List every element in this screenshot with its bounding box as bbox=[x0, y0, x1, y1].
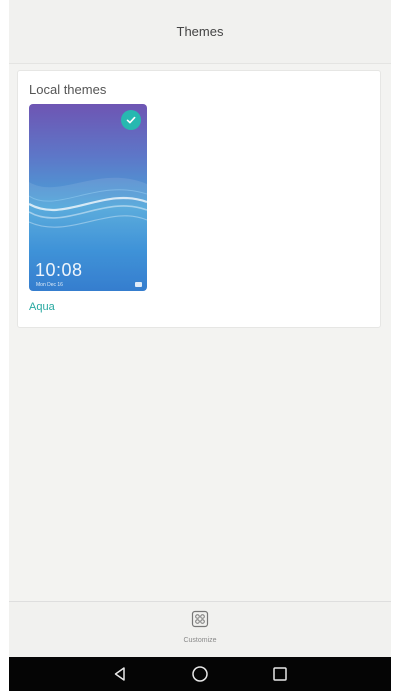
bottom-bar: Customize bbox=[9, 601, 391, 657]
title-bar: Themes bbox=[9, 0, 391, 64]
recents-square-icon bbox=[273, 667, 287, 681]
back-triangle-icon bbox=[114, 667, 125, 681]
back-button[interactable] bbox=[100, 657, 140, 691]
camera-icon bbox=[135, 282, 142, 287]
preview-clock: 10:08 bbox=[35, 260, 83, 280]
theme-preview-thumbnail[interactable]: 10:08 Mon Dec 16 bbox=[29, 104, 147, 291]
recents-button[interactable] bbox=[260, 657, 300, 691]
page-title: Themes bbox=[176, 24, 224, 39]
customize-button[interactable]: Customize bbox=[180, 610, 220, 644]
check-icon bbox=[121, 110, 141, 130]
section-title: Local themes bbox=[29, 82, 107, 97]
customize-grid-icon bbox=[191, 610, 209, 628]
home-button[interactable] bbox=[180, 657, 220, 691]
themes-screen: Themes Local themes 10:08 Mon Dec 16 Aqu… bbox=[9, 0, 391, 657]
system-navigation-bar bbox=[9, 657, 391, 691]
local-themes-card: Local themes 10:08 Mon Dec 16 Aqua bbox=[17, 70, 381, 328]
home-circle-icon bbox=[192, 666, 208, 682]
preview-date: Mon Dec 16 bbox=[36, 282, 63, 288]
theme-item-aqua[interactable]: 10:08 Mon Dec 16 Aqua bbox=[29, 104, 147, 313]
theme-name[interactable]: Aqua bbox=[29, 301, 147, 313]
customize-label: Customize bbox=[183, 637, 217, 644]
